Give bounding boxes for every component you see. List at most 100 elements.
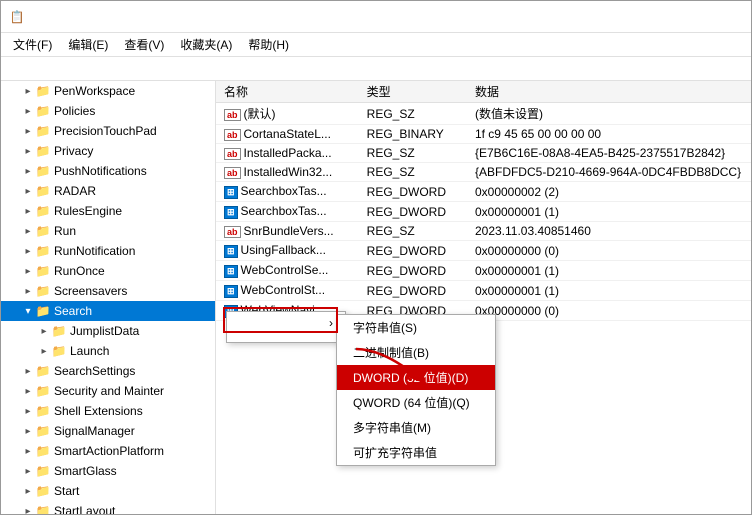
expand-icon: ▸ xyxy=(21,506,35,515)
context-new-item[interactable]: › xyxy=(227,312,345,334)
cell-name: ⊞SearchboxTas... xyxy=(216,182,359,202)
submenu-item[interactable]: 多字符串值(M) xyxy=(337,415,495,440)
tree-item[interactable]: ▸📁Launch xyxy=(1,341,215,361)
submenu-item[interactable]: 字符串值(S) xyxy=(337,315,495,340)
folder-icon: 📁 xyxy=(35,503,51,514)
cell-type: REG_DWORD xyxy=(359,202,467,222)
submenu-item[interactable]: 可扩充字符串值 xyxy=(337,440,495,465)
tree-item[interactable]: ▾📁Search xyxy=(1,301,215,321)
folder-icon: 📁 xyxy=(35,483,51,499)
cell-name: ⊞UsingFallback... xyxy=(216,241,359,261)
cell-name: abInstalledWin32... xyxy=(216,163,359,182)
table-row[interactable]: abInstalledPacka...REG_SZ{E7B6C16E-08A8-… xyxy=(216,144,751,163)
tree-item[interactable]: ▸📁SearchSettings xyxy=(1,361,215,381)
expand-icon: ▸ xyxy=(37,346,51,357)
tree-item[interactable]: ▸📁Shell Extensions xyxy=(1,401,215,421)
table-row[interactable]: ⊞SearchboxTas...REG_DWORD0x00000001 (1) xyxy=(216,202,751,222)
expand-icon: ▸ xyxy=(21,406,35,417)
table-row[interactable]: abCortanaStateL...REG_BINARY1f c9 45 65 … xyxy=(216,125,751,144)
tree-item[interactable]: ▸📁SmartGlass xyxy=(1,461,215,481)
maximize-button[interactable] xyxy=(651,1,697,33)
tree-panel[interactable]: ▸📁PenWorkspace▸📁Policies▸📁PrecisionTouch… xyxy=(1,81,216,514)
menu-item[interactable]: 文件(F) xyxy=(5,34,60,55)
type-icon-ab: ab xyxy=(224,109,241,121)
tree-item-label: JumplistData xyxy=(70,324,139,338)
cell-type: REG_SZ xyxy=(359,144,467,163)
folder-icon: 📁 xyxy=(35,223,51,239)
expand-icon: ▸ xyxy=(21,266,35,277)
tree-item[interactable]: ▸📁Start xyxy=(1,481,215,501)
tree-item[interactable]: ▸📁RADAR xyxy=(1,181,215,201)
expand-icon: ▸ xyxy=(21,106,35,117)
tree-item[interactable]: ▸📁Policies xyxy=(1,101,215,121)
folder-icon: 📁 xyxy=(35,443,51,459)
close-button[interactable] xyxy=(697,1,743,33)
folder-icon: 📁 xyxy=(35,183,51,199)
folder-icon: 📁 xyxy=(35,163,51,179)
table-header-row: 名称 类型 数据 xyxy=(216,81,751,103)
tree-item[interactable]: ▸📁StartLayout xyxy=(1,501,215,514)
tree-item-label: Security and Mainter xyxy=(54,384,164,398)
right-panel[interactable]: 名称 类型 数据 ab(默认)REG_SZ(数值未设置)abCortanaSta… xyxy=(216,81,751,514)
type-icon-dword: ⊞ xyxy=(224,186,238,199)
table-row[interactable]: abInstalledWin32...REG_SZ{ABFDFDC5-D210-… xyxy=(216,163,751,182)
cell-name: ⊞SearchboxTas... xyxy=(216,202,359,222)
submenu-item[interactable]: DWORD (32 位值)(D) xyxy=(337,365,495,390)
cell-data: 0x00000001 (1) xyxy=(467,202,751,222)
folder-icon: 📁 xyxy=(35,303,51,319)
context-menu[interactable]: › xyxy=(226,311,346,343)
table-row[interactable]: ⊞WebControlSt...REG_DWORD0x00000001 (1) xyxy=(216,281,751,301)
cell-type: REG_SZ xyxy=(359,222,467,241)
tree-item[interactable]: ▸📁PenWorkspace xyxy=(1,81,215,101)
tree-item[interactable]: ▸📁RulesEngine xyxy=(1,201,215,221)
expand-icon: ▸ xyxy=(21,166,35,177)
submenu-item[interactable]: QWORD (64 位值)(Q) xyxy=(337,390,495,415)
tree-item[interactable]: ▸📁RunNotification xyxy=(1,241,215,261)
submenu[interactable]: 字符串值(S)二进制制值(B)DWORD (32 位值)(D)QWORD (64… xyxy=(336,314,496,466)
table-row[interactable]: ⊞WebControlSe...REG_DWORD0x00000001 (1) xyxy=(216,261,751,281)
minimize-button[interactable] xyxy=(605,1,651,33)
tree-item[interactable]: ▸📁JumplistData xyxy=(1,321,215,341)
tree-item-label: Policies xyxy=(54,104,95,118)
table-row[interactable]: ⊞SearchboxTas...REG_DWORD0x00000002 (2) xyxy=(216,182,751,202)
tree-item[interactable]: ▸📁RunOnce xyxy=(1,261,215,281)
menu-item[interactable]: 收藏夹(A) xyxy=(172,34,240,55)
expand-icon: ▸ xyxy=(21,466,35,477)
tree-item-label: PrecisionTouchPad xyxy=(54,124,157,138)
cell-type: REG_SZ xyxy=(359,103,467,125)
tree-item[interactable]: ▸📁Security and Mainter xyxy=(1,381,215,401)
submenu-item[interactable]: 二进制制值(B) xyxy=(337,340,495,365)
cell-data: {E7B6C16E-08A8-4EA5-B425-2375517B2842} xyxy=(467,144,751,163)
tree-item[interactable]: ▸📁PushNotifications xyxy=(1,161,215,181)
tree-item[interactable]: ▸📁Privacy xyxy=(1,141,215,161)
folder-icon: 📁 xyxy=(35,143,51,159)
expand-icon: ▸ xyxy=(21,286,35,297)
tree-item[interactable]: ▸📁PrecisionTouchPad xyxy=(1,121,215,141)
expand-icon: ▸ xyxy=(21,146,35,157)
tree-item[interactable]: ▸📁Screensavers xyxy=(1,281,215,301)
menu-item[interactable]: 查看(V) xyxy=(116,34,172,55)
menu-item[interactable]: 帮助(H) xyxy=(240,34,297,55)
folder-icon: 📁 xyxy=(51,343,67,359)
window-controls xyxy=(605,1,743,33)
menu-item[interactable]: 编辑(E) xyxy=(60,34,116,55)
folder-icon: 📁 xyxy=(35,463,51,479)
table-row[interactable]: ab(默认)REG_SZ(数值未设置) xyxy=(216,103,751,125)
tree-item-label: Launch xyxy=(70,344,109,358)
cell-data: (数值未设置) xyxy=(467,103,751,125)
context-key-item[interactable] xyxy=(227,334,345,342)
tree-item[interactable]: ▸📁SignalManager xyxy=(1,421,215,441)
expand-icon: ▸ xyxy=(21,246,35,257)
tree-item-label: PushNotifications xyxy=(54,164,147,178)
table-row[interactable]: ⊞UsingFallback...REG_DWORD0x00000000 (0) xyxy=(216,241,751,261)
tree-item[interactable]: ▸📁SmartActionPlatform xyxy=(1,441,215,461)
tree-item[interactable]: ▸📁Run xyxy=(1,221,215,241)
type-icon-dword: ⊞ xyxy=(224,245,238,258)
folder-icon: 📁 xyxy=(35,423,51,439)
table-row[interactable]: abSnrBundleVers...REG_SZ2023.11.03.40851… xyxy=(216,222,751,241)
expand-icon: ▸ xyxy=(21,206,35,217)
tree-item-label: Search xyxy=(54,304,92,318)
cell-name: ⊞WebControlSe... xyxy=(216,261,359,281)
type-icon-ab: ab xyxy=(224,148,241,160)
registry-table: 名称 类型 数据 ab(默认)REG_SZ(数值未设置)abCortanaSta… xyxy=(216,81,751,321)
